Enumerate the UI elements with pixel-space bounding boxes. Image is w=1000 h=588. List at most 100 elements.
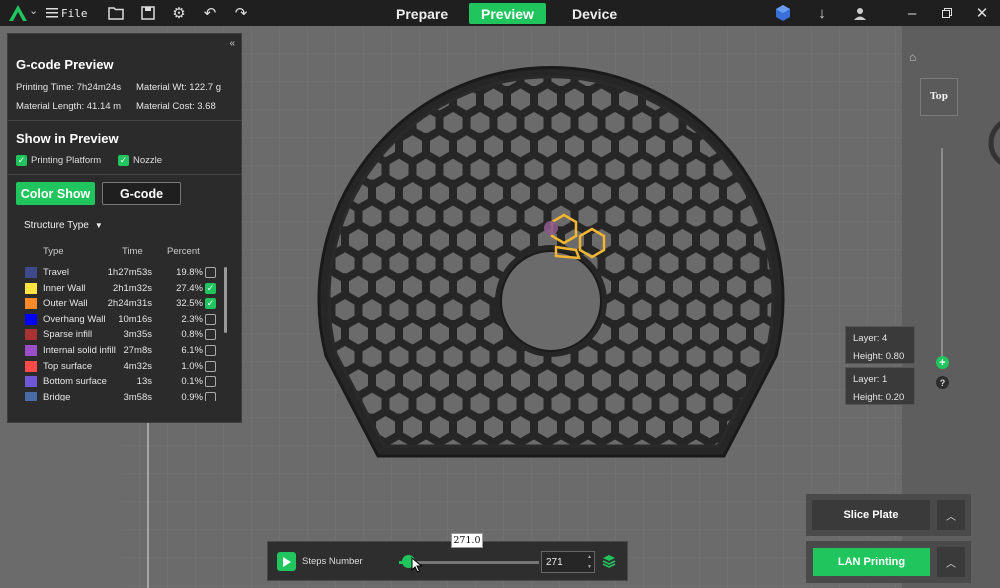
visibility-checkbox[interactable] [205, 329, 216, 341]
structure-time: 3m35s [123, 329, 152, 341]
nozzle-marker [544, 221, 558, 235]
structure-name: Bottom surface [43, 376, 107, 388]
structure-name: Sparse infill [43, 329, 93, 341]
structure-type-dropdown[interactable]: Structure Type ▼ [24, 220, 103, 231]
col-header-percent: Percent [167, 246, 200, 257]
visibility-checkbox[interactable] [205, 360, 216, 372]
bottom-layer-height: Height: 0.20 [853, 392, 905, 403]
restore-window-icon[interactable] [937, 3, 957, 23]
structure-percent: 32.5% [176, 298, 203, 310]
slice-plate-button[interactable]: Slice Plate [812, 500, 930, 530]
col-header-type: Type [43, 246, 64, 257]
structure-time: 2h1m32s [112, 282, 152, 294]
printing-platform-label: Printing Platform [31, 155, 102, 166]
color-swatch [25, 360, 37, 372]
col-header-time: Time [122, 246, 143, 257]
gear-icon[interactable]: ⚙ [169, 3, 189, 23]
structure-percent: 27.4% [176, 282, 203, 294]
structure-time: 10m16s [118, 313, 152, 325]
divider [8, 120, 241, 121]
visibility-checkbox[interactable] [205, 313, 216, 325]
gcode-preview-title: G-code Preview [16, 57, 114, 72]
tab-prepare[interactable]: Prepare [384, 3, 460, 24]
printing-time: Printing Time: 7h24m24s [16, 82, 122, 93]
printing-platform-checkbox[interactable]: ✓ Printing Platform [16, 155, 101, 166]
file-menu-button[interactable]: File [46, 3, 88, 23]
visibility-checkbox[interactable]: ✓ [205, 298, 216, 310]
lan-printing-button[interactable]: LAN Printing [813, 548, 930, 576]
color-show-button[interactable]: Color Show [16, 182, 95, 205]
visibility-checkbox[interactable]: ✓ [205, 282, 216, 294]
steps-value-tooltip: 271.0 [451, 533, 483, 548]
visibility-checkbox[interactable] [205, 345, 216, 356]
structure-row: Sparse infill 3m35s 0.8% [8, 327, 241, 343]
play-button[interactable] [277, 552, 296, 571]
top-layer-number: Layer: 4 [853, 333, 888, 344]
material-weight: Material Wt: 122.7 g [136, 82, 222, 93]
minimize-window-icon[interactable]: – [902, 3, 922, 23]
layer-slider-track[interactable] [941, 148, 943, 363]
color-swatch [25, 376, 37, 388]
layers-stack-icon[interactable] [602, 554, 616, 568]
color-swatch [25, 391, 37, 401]
color-swatch [25, 282, 37, 294]
structure-row: Outer Wall 2h24m31s 32.5% ✓ [8, 296, 241, 312]
steps-number-input[interactable]: 271 ▲ ▼ [541, 551, 595, 573]
structure-time: 27m8s [123, 345, 152, 356]
bottom-layer-number: Layer: 1 [853, 374, 888, 385]
color-swatch [25, 345, 37, 356]
material-length: Material Length: 41.14 m [16, 101, 122, 112]
structure-time: 13s [136, 376, 152, 388]
view-cube[interactable]: Top [920, 78, 958, 116]
structure-type-label: Structure Type [24, 220, 89, 231]
chevron-down-icon[interactable]: ⌄ [29, 4, 38, 17]
structure-name: Travel [43, 267, 70, 278]
show-in-preview-title: Show in Preview [16, 131, 119, 146]
gcode-view-button[interactable]: G-code [102, 182, 181, 205]
dropdown-arrow-icon: ▼ [94, 221, 103, 230]
help-icon[interactable]: ? [936, 376, 949, 389]
cube-model-icon[interactable] [773, 3, 793, 23]
structure-time: 3m58s [123, 391, 152, 401]
top-layer-height: Height: 0.80 [853, 351, 905, 362]
structure-time: 4m32s [123, 360, 152, 372]
visibility-checkbox[interactable] [205, 391, 216, 401]
structure-percent: 19.8% [176, 267, 203, 278]
user-account-icon[interactable] [850, 3, 870, 23]
structure-percent: 0.9% [181, 391, 203, 401]
structure-name: Inner Wall [43, 282, 86, 294]
redo-icon[interactable]: ↷ [231, 3, 251, 23]
tab-preview[interactable]: Preview [469, 3, 546, 24]
structure-percent: 0.8% [181, 329, 203, 341]
material-cost: Material Cost: 3.68 [136, 101, 216, 112]
visibility-checkbox[interactable] [205, 376, 216, 388]
download-icon[interactable]: ↓ [812, 3, 832, 23]
open-folder-icon[interactable] [106, 3, 126, 23]
layer-slider-thumb-plus-icon[interactable]: + [936, 356, 949, 369]
color-swatch [25, 267, 37, 278]
home-view-icon[interactable]: ⌂ [909, 50, 916, 64]
close-window-icon[interactable]: ✕ [972, 3, 992, 23]
collapse-panel-icon[interactable]: « [229, 38, 235, 49]
visibility-checkbox[interactable] [205, 267, 216, 278]
app-logo-icon[interactable] [8, 4, 28, 22]
spin-down-icon[interactable]: ▼ [587, 564, 592, 570]
chevron-up-icon[interactable]: ︿ [937, 500, 965, 530]
structure-row: Bottom surface 13s 0.1% [8, 374, 241, 390]
nozzle-checkbox[interactable]: ✓ Nozzle [118, 155, 162, 166]
mouse-cursor-icon [411, 557, 423, 573]
chevron-up-icon[interactable]: ︿ [937, 547, 965, 577]
file-menu-label: File [61, 6, 88, 20]
hamburger-icon [46, 8, 58, 18]
structure-percent: 1.0% [181, 360, 203, 372]
structure-name: Internal solid infill [43, 345, 116, 356]
color-swatch [25, 329, 37, 341]
tab-device[interactable]: Device [560, 3, 629, 24]
top-layer-indicator: Layer: 4 Height: 0.80 [845, 326, 915, 364]
list-scrollbar[interactable] [224, 267, 227, 333]
spin-up-icon[interactable]: ▲ [587, 554, 592, 560]
undo-icon[interactable]: ↶ [200, 3, 220, 23]
checkmark-icon: ✓ [118, 155, 129, 166]
structure-time: 2h24m31s [107, 298, 152, 310]
save-icon[interactable] [138, 3, 158, 23]
